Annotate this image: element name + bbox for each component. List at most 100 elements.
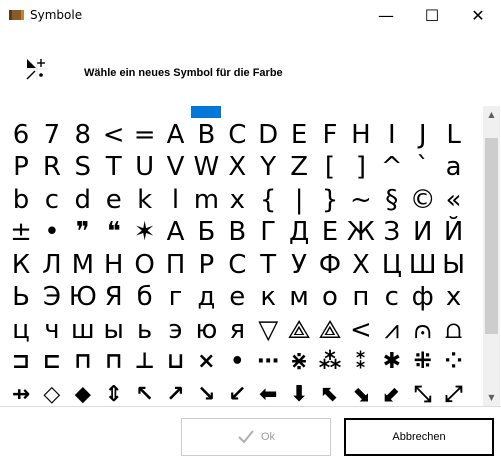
symbol-cell[interactable]: ⬋ — [377, 379, 407, 407]
symbol-cell[interactable]: ↙ — [222, 379, 252, 407]
symbol-cell[interactable]: ю — [191, 314, 221, 346]
symbol-cell[interactable]: E — [284, 119, 314, 151]
symbol-cell[interactable]: Y — [253, 151, 283, 183]
symbol-cell[interactable]: А — [161, 216, 191, 248]
symbol-cell[interactable]: г — [161, 281, 191, 313]
symbol-cell[interactable]: } — [315, 184, 345, 216]
symbol-cell[interactable]: < — [99, 119, 129, 151]
symbol-cell[interactable]: < — [346, 314, 376, 346]
symbol-cell[interactable]: ⊔ — [161, 346, 191, 378]
symbol-cell[interactable]: ⇕ — [99, 379, 129, 407]
symbol-cell[interactable]: ± — [6, 216, 36, 248]
symbol-cell[interactable]: § — [377, 184, 407, 216]
symbol-cell[interactable]: ⬇ — [284, 379, 314, 407]
symbol-cell[interactable]: = — [130, 119, 160, 151]
symbol-cell[interactable]: ь — [130, 314, 160, 346]
symbol-cell[interactable]: Л — [37, 249, 67, 281]
symbol-cell[interactable] — [130, 106, 160, 118]
symbol-cell[interactable]: ц — [6, 314, 36, 346]
symbol-cell[interactable]: X — [222, 151, 252, 183]
scroll-up-icon[interactable]: ▲ — [483, 106, 500, 123]
symbol-cell[interactable]: В — [222, 216, 252, 248]
symbol-cell[interactable]: б — [130, 281, 160, 313]
symbol-cell[interactable]: T — [99, 151, 129, 183]
symbol-cell[interactable]: U — [130, 151, 160, 183]
symbol-cell[interactable]: ⊏ — [37, 346, 67, 378]
symbol-cell[interactable]: ▽ — [253, 314, 283, 346]
symbol-cell[interactable]: ы — [99, 314, 129, 346]
symbol-cell[interactable]: ~ — [346, 184, 376, 216]
symbol-cell[interactable] — [37, 106, 67, 118]
symbol-cell[interactable]: ф — [408, 281, 438, 313]
symbol-cell[interactable]: с — [377, 281, 407, 313]
symbol-cell[interactable]: ⁘ — [439, 346, 469, 378]
symbol-cell[interactable]: ⟁ — [315, 314, 345, 346]
symbol-cell[interactable]: 6 — [6, 119, 36, 151]
symbol-cell[interactable]: д — [191, 281, 221, 313]
symbol-cell-selected[interactable] — [191, 106, 222, 118]
symbol-cell[interactable]: ⁑ — [346, 346, 376, 378]
symbol-cell[interactable]: L — [439, 119, 469, 151]
symbol-cell[interactable] — [6, 106, 36, 118]
symbol-cell[interactable] — [377, 106, 407, 118]
symbol-cell[interactable]: Г — [253, 216, 283, 248]
symbol-cell[interactable]: { — [253, 184, 283, 216]
symbol-cell[interactable]: ⊓ — [68, 346, 98, 378]
symbol-cell[interactable]: k — [130, 184, 160, 216]
symbol-cell[interactable]: я — [222, 314, 252, 346]
vertical-scrollbar[interactable]: ▲ ▼ — [483, 106, 500, 406]
symbol-cell[interactable]: ⬅ — [253, 379, 283, 407]
symbol-cell[interactable] — [315, 106, 345, 118]
symbol-cell[interactable]: Z — [284, 151, 314, 183]
symbol-cell[interactable]: ⋇ — [284, 346, 314, 378]
symbol-cell[interactable] — [284, 106, 314, 118]
symbol-cell[interactable]: Я — [99, 281, 129, 313]
symbol-cell[interactable]: d — [68, 184, 98, 216]
symbol-cell[interactable]: • — [37, 216, 67, 248]
symbol-cell[interactable]: ❞ — [68, 216, 98, 248]
scrollbar-thumb[interactable] — [485, 138, 498, 334]
symbol-cell[interactable] — [99, 106, 129, 118]
symbol-cell[interactable]: D — [253, 119, 283, 151]
symbol-cell[interactable]: ⬊ — [346, 379, 376, 407]
symbol-cell[interactable]: I — [377, 119, 407, 151]
symbol-cell[interactable]: • — [222, 346, 252, 378]
symbol-cell[interactable]: ✶ — [130, 216, 160, 248]
symbol-cell[interactable]: Е — [315, 216, 345, 248]
symbol-cell[interactable]: x — [222, 184, 252, 216]
symbol-cell[interactable]: Ц — [377, 249, 407, 281]
symbol-cell[interactable]: Д — [284, 216, 314, 248]
symbol-cell[interactable]: ↘ — [191, 379, 221, 407]
symbol-cell[interactable]: | — [284, 184, 314, 216]
symbol-cell[interactable] — [439, 106, 469, 118]
minimize-button[interactable]: — — [363, 0, 409, 31]
symbol-cell[interactable]: ⊓ — [99, 346, 129, 378]
symbol-cell[interactable] — [253, 106, 283, 118]
symbol-cell[interactable]: ^ — [377, 151, 407, 183]
cancel-button[interactable]: Abbrechen — [344, 418, 494, 456]
symbol-cell[interactable]: ⁜ — [408, 346, 438, 378]
symbol-cell[interactable]: м — [284, 281, 314, 313]
symbol-cell[interactable]: l — [161, 184, 191, 216]
symbol-cell[interactable] — [161, 106, 191, 118]
scroll-down-icon[interactable]: ▼ — [483, 389, 500, 406]
symbol-cell[interactable]: Х — [346, 249, 376, 281]
symbol-cell[interactable]: S — [68, 151, 98, 183]
symbol-cell[interactable]: ⊐ — [6, 346, 36, 378]
symbol-cell[interactable]: ⟁ — [284, 314, 314, 346]
symbol-grid[interactable]: 6 7 8 < = A B C D E F H I J L P R S T U V W X Y Z [] ^ ` a b c d e k l m x {|… — [0, 106, 482, 406]
symbol-cell[interactable]: A — [161, 119, 191, 151]
symbol-cell[interactable]: ш — [68, 314, 98, 346]
symbol-cell[interactable]: a — [439, 151, 469, 183]
symbol-cell[interactable]: [ — [315, 151, 345, 183]
symbol-cell[interactable]: ⩀ — [408, 314, 438, 346]
symbol-cell[interactable]: ` — [408, 151, 438, 183]
symbol-cell[interactable]: R — [37, 151, 67, 183]
symbol-cell[interactable]: ⤢ — [439, 379, 469, 407]
symbol-cell[interactable]: « — [439, 184, 469, 216]
symbol-cell[interactable] — [222, 106, 252, 118]
symbol-cell[interactable]: ❝ — [99, 216, 129, 248]
symbol-cell[interactable]: Н — [99, 249, 129, 281]
symbol-cell[interactable]: ↗ — [161, 379, 191, 407]
symbol-cell[interactable]: ⤡ — [408, 379, 438, 407]
